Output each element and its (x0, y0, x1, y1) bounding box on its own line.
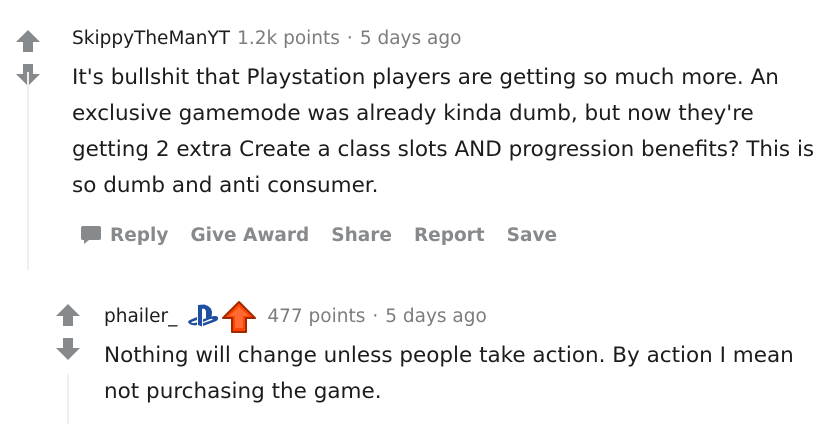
reply-label: Reply (110, 224, 169, 246)
downvote-arrow-icon (56, 338, 80, 360)
comment-time[interactable]: 5 days ago (385, 305, 487, 329)
thread-line[interactable] (27, 72, 29, 270)
upvote-button[interactable] (54, 302, 82, 328)
vote-column (54, 302, 82, 362)
save-label: Save (506, 224, 558, 246)
comment-points: 477 points (267, 306, 366, 327)
upvote-arrow-icon (56, 304, 80, 326)
comment-actions: Reply Give Award Share Report Save (80, 224, 579, 246)
upvote-button[interactable] (14, 28, 42, 54)
share-button[interactable]: Share (331, 225, 392, 246)
comment-meta: phailer_ 477 points · 5 days ago (104, 300, 487, 334)
give-award-label: Give Award (190, 224, 310, 246)
comment-author[interactable]: phailer_ (104, 305, 177, 329)
comment-author[interactable]: SkippyTheManYT (72, 27, 230, 51)
comment-bubble-icon (81, 226, 101, 244)
user-flair (187, 300, 257, 334)
comment-body: Nothing will change unless people take a… (104, 343, 794, 404)
comment-skippy: SkippyTheManYT 1.2k points · 5 days ago … (0, 0, 828, 270)
meta-separator: · (372, 306, 379, 327)
upvote-arrow-icon (16, 30, 40, 52)
meta-separator: · (346, 28, 353, 49)
report-label: Report (413, 224, 485, 246)
downvote-button[interactable] (54, 336, 82, 362)
thread-line[interactable] (67, 374, 69, 424)
share-label: Share (331, 224, 392, 246)
save-button[interactable]: Save (507, 225, 557, 246)
reply-button[interactable]: Reply (80, 224, 168, 246)
comment-time[interactable]: 5 days ago (360, 27, 462, 51)
comment-body: It's bullshit that Playstation players a… (72, 65, 815, 198)
report-button[interactable]: Report (414, 225, 485, 246)
comment-phailer: phailer_ 477 points · 5 days ago Nothing… (0, 270, 828, 424)
playstation-icon (188, 304, 219, 327)
comment-points: 1.2k points (237, 28, 340, 49)
give-award-button[interactable]: Give Award (190, 225, 309, 246)
upvote-flair-icon (222, 301, 257, 333)
comment-meta: SkippyTheManYT 1.2k points · 5 days ago (72, 27, 461, 51)
